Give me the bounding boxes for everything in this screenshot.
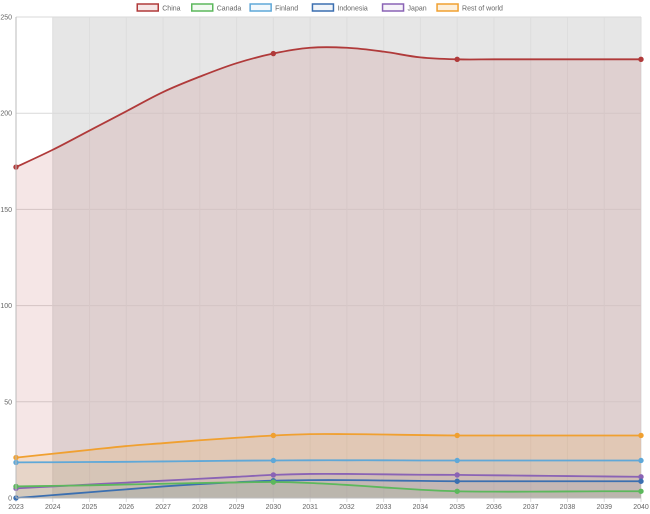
data-point-canada[interactable] [454,488,460,494]
x-tick-label: 2032 [339,504,355,511]
x-tick-label: 2035 [449,504,465,511]
x-tick-label: 2039 [596,504,612,511]
y-tick-label: 200 [0,111,12,118]
legend-label: Finland [275,6,298,13]
plot-area [13,16,644,502]
x-tick-label: 2036 [486,504,502,511]
x-tick-label: 2024 [45,504,61,511]
stacked-area-chart: China Canada Finland Indonesia Japan Rest of … [0,3,649,511]
x-axis: 2023 2024 2025 2026 2027 2028 2029 2030 2031 2032… [8,497,649,511]
y-tick-label: 250 [0,15,12,22]
legend-item-indonesia[interactable]: Indonesia [311,3,368,13]
legend-swatch [249,3,272,12]
y-axis: 0 50 100 150 200 250 [0,15,17,503]
legend-item-china[interactable]: China [136,3,181,13]
data-point-finland[interactable] [638,457,644,464]
y-tick-label: 0 [8,496,12,503]
chart-legend[interactable]: China Canada Finland Indonesia Japan Rest of … [136,3,503,13]
y-tick-label: 50 [4,399,12,406]
data-point-china[interactable] [454,56,460,63]
data-point-china[interactable] [638,56,644,63]
data-point-rest-of-world[interactable] [270,432,277,439]
legend-swatch [436,3,459,12]
data-point-indonesia[interactable] [454,478,460,484]
x-tick-label: 2030 [266,504,282,511]
data-point-rest-of-world[interactable] [454,432,460,439]
legend-swatch [191,3,214,12]
data-point-canada[interactable] [638,488,644,494]
legend-label: China [162,6,180,13]
data-point-finland[interactable] [454,457,460,464]
y-tick-label: 150 [0,207,12,214]
x-tick-label: 2029 [229,504,245,511]
x-tick-label: 2037 [523,504,539,511]
x-tick-label: 2025 [82,504,98,511]
x-tick-label: 2031 [302,504,318,511]
x-tick-label: 2040 [633,504,649,511]
x-tick-label: 2034 [413,504,429,511]
legend-swatch [311,3,335,12]
legend-label: Indonesia [337,6,367,13]
data-point-canada[interactable] [270,479,277,485]
y-tick-label: 100 [0,303,12,310]
legend-item-canada[interactable]: Canada [191,3,242,13]
legend-item-rest-of-world[interactable]: Rest of world [436,3,503,13]
x-tick-label: 2028 [192,504,208,511]
legend-label: Rest of world [462,6,503,13]
legend-swatch [136,3,159,12]
legend-item-finland[interactable]: Finland [249,3,298,13]
legend-label: Canada [217,6,242,13]
x-tick-label: 2038 [560,504,576,511]
data-point-indonesia[interactable] [638,478,644,484]
data-point-japan[interactable] [638,474,644,480]
data-point-china[interactable] [270,50,277,57]
x-tick-label: 2027 [155,504,171,511]
x-tick-label: 2023 [8,504,24,511]
data-point-finland[interactable] [270,457,277,464]
x-tick-label: 2033 [376,504,392,511]
legend-item-japan[interactable]: Japan [381,3,427,13]
legend-swatch [381,3,405,12]
legend-label: Japan [408,6,427,13]
data-point-rest-of-world[interactable] [638,432,644,439]
data-point-japan[interactable] [270,472,277,478]
x-tick-label: 2026 [119,504,135,511]
data-point-japan[interactable] [454,472,460,478]
